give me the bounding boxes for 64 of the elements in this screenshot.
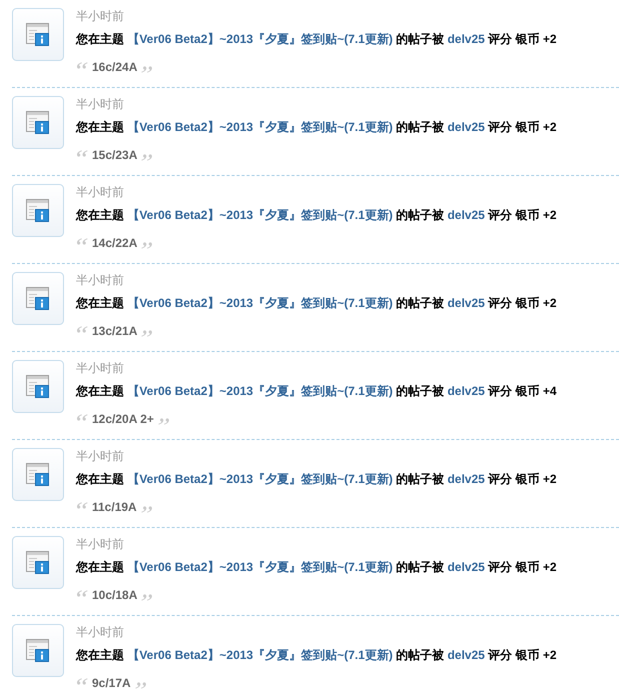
notice-message: 您在主题 【Ver06 Beta2】~2013『夕夏』签到贴~(7.1更新) 的帖子被 delv25 评分 银币 +4 <box>76 383 556 399</box>
open-quote-icon <box>77 414 88 421</box>
notice-message: 您在主题 【Ver06 Beta2】~2013『夕夏』签到贴~(7.1更新) 的帖子被 delv25 评分 银币 +2 <box>76 119 556 135</box>
notice-time: 半小时前 <box>76 624 124 640</box>
quote-text: 16c/24A <box>92 59 138 75</box>
notice-time: 半小时前 <box>76 184 124 200</box>
close-quote-icon <box>141 154 152 161</box>
thread-link[interactable]: 【Ver06 Beta2】~2013『夕夏』签到贴~(7.1更新) <box>127 296 393 310</box>
close-quote-icon <box>134 682 146 689</box>
thread-link[interactable]: 【Ver06 Beta2】~2013『夕夏』签到贴~(7.1更新) <box>127 648 393 662</box>
window-info-icon <box>12 624 64 677</box>
notice-time: 半小时前 <box>76 448 124 464</box>
user-link[interactable]: delv25 <box>447 120 485 134</box>
notice-time: 半小时前 <box>76 8 124 24</box>
window-info-icon <box>12 272 64 325</box>
quote-text: 9c/17A <box>92 675 131 691</box>
thread-link[interactable]: 【Ver06 Beta2】~2013『夕夏』签到贴~(7.1更新) <box>127 32 393 46</box>
notice-time: 半小时前 <box>76 360 124 376</box>
quote-text: 14c/22A <box>92 235 138 251</box>
user-link[interactable]: delv25 <box>447 32 485 46</box>
user-link[interactable]: delv25 <box>447 296 485 310</box>
window-info-icon <box>12 536 64 589</box>
thread-link[interactable]: 【Ver06 Beta2】~2013『夕夏』签到贴~(7.1更新) <box>127 384 393 398</box>
thread-link[interactable]: 【Ver06 Beta2】~2013『夕夏』签到贴~(7.1更新) <box>127 472 393 486</box>
close-quote-icon <box>141 330 152 337</box>
close-quote-icon <box>141 66 152 73</box>
notice-time: 半小时前 <box>76 272 124 288</box>
notice-message: 您在主题 【Ver06 Beta2】~2013『夕夏』签到贴~(7.1更新) 的帖子被 delv25 评分 银币 +2 <box>76 647 556 663</box>
close-quote-icon <box>141 242 152 249</box>
thread-link[interactable]: 【Ver06 Beta2】~2013『夕夏』签到贴~(7.1更新) <box>127 208 393 222</box>
quote-text: 15c/23A <box>92 147 138 163</box>
thread-link[interactable]: 【Ver06 Beta2】~2013『夕夏』签到贴~(7.1更新) <box>127 120 393 134</box>
open-quote-icon <box>77 150 88 157</box>
close-quote-icon <box>140 506 152 513</box>
notice-time: 半小时前 <box>76 536 124 552</box>
notice-message: 您在主题 【Ver06 Beta2】~2013『夕夏』签到贴~(7.1更新) 的帖子被 delv25 评分 银币 +2 <box>76 207 556 223</box>
open-quote-icon <box>77 502 88 509</box>
quote-text: 10c/18A <box>92 587 138 603</box>
quote-text: 12c/20A 2+ <box>92 411 154 427</box>
quote-text: 13c/21A <box>92 323 138 339</box>
thread-link[interactable]: 【Ver06 Beta2】~2013『夕夏』签到贴~(7.1更新) <box>127 560 393 574</box>
close-quote-icon <box>141 594 152 601</box>
user-link[interactable]: delv25 <box>447 208 485 222</box>
notice-time: 半小时前 <box>76 96 124 112</box>
user-link[interactable]: delv25 <box>447 560 485 574</box>
open-quote-icon <box>77 238 88 245</box>
notice-message: 您在主题 【Ver06 Beta2】~2013『夕夏』签到贴~(7.1更新) 的帖子被 delv25 评分 银币 +2 <box>76 295 556 311</box>
open-quote-icon <box>77 590 88 597</box>
notice-message: 您在主题 【Ver06 Beta2】~2013『夕夏』签到贴~(7.1更新) 的帖子被 delv25 评分 银币 +2 <box>76 31 556 47</box>
window-info-icon <box>12 96 64 149</box>
notice-message: 您在主题 【Ver06 Beta2】~2013『夕夏』签到贴~(7.1更新) 的帖子被 delv25 评分 银币 +2 <box>76 559 556 575</box>
window-info-icon <box>12 448 64 501</box>
window-info-icon <box>12 8 64 61</box>
open-quote-icon <box>77 678 88 685</box>
notice-message: 您在主题 【Ver06 Beta2】~2013『夕夏』签到贴~(7.1更新) 的帖子被 delv25 评分 银币 +2 <box>76 471 556 487</box>
user-link[interactable]: delv25 <box>447 648 485 662</box>
open-quote-icon <box>77 326 88 333</box>
open-quote-icon <box>77 62 88 69</box>
quote-text: 11c/19A <box>92 499 137 515</box>
window-info-icon <box>12 184 64 237</box>
user-link[interactable]: delv25 <box>447 384 485 398</box>
window-info-icon <box>12 360 64 413</box>
close-quote-icon <box>158 418 169 425</box>
user-link[interactable]: delv25 <box>447 472 485 486</box>
